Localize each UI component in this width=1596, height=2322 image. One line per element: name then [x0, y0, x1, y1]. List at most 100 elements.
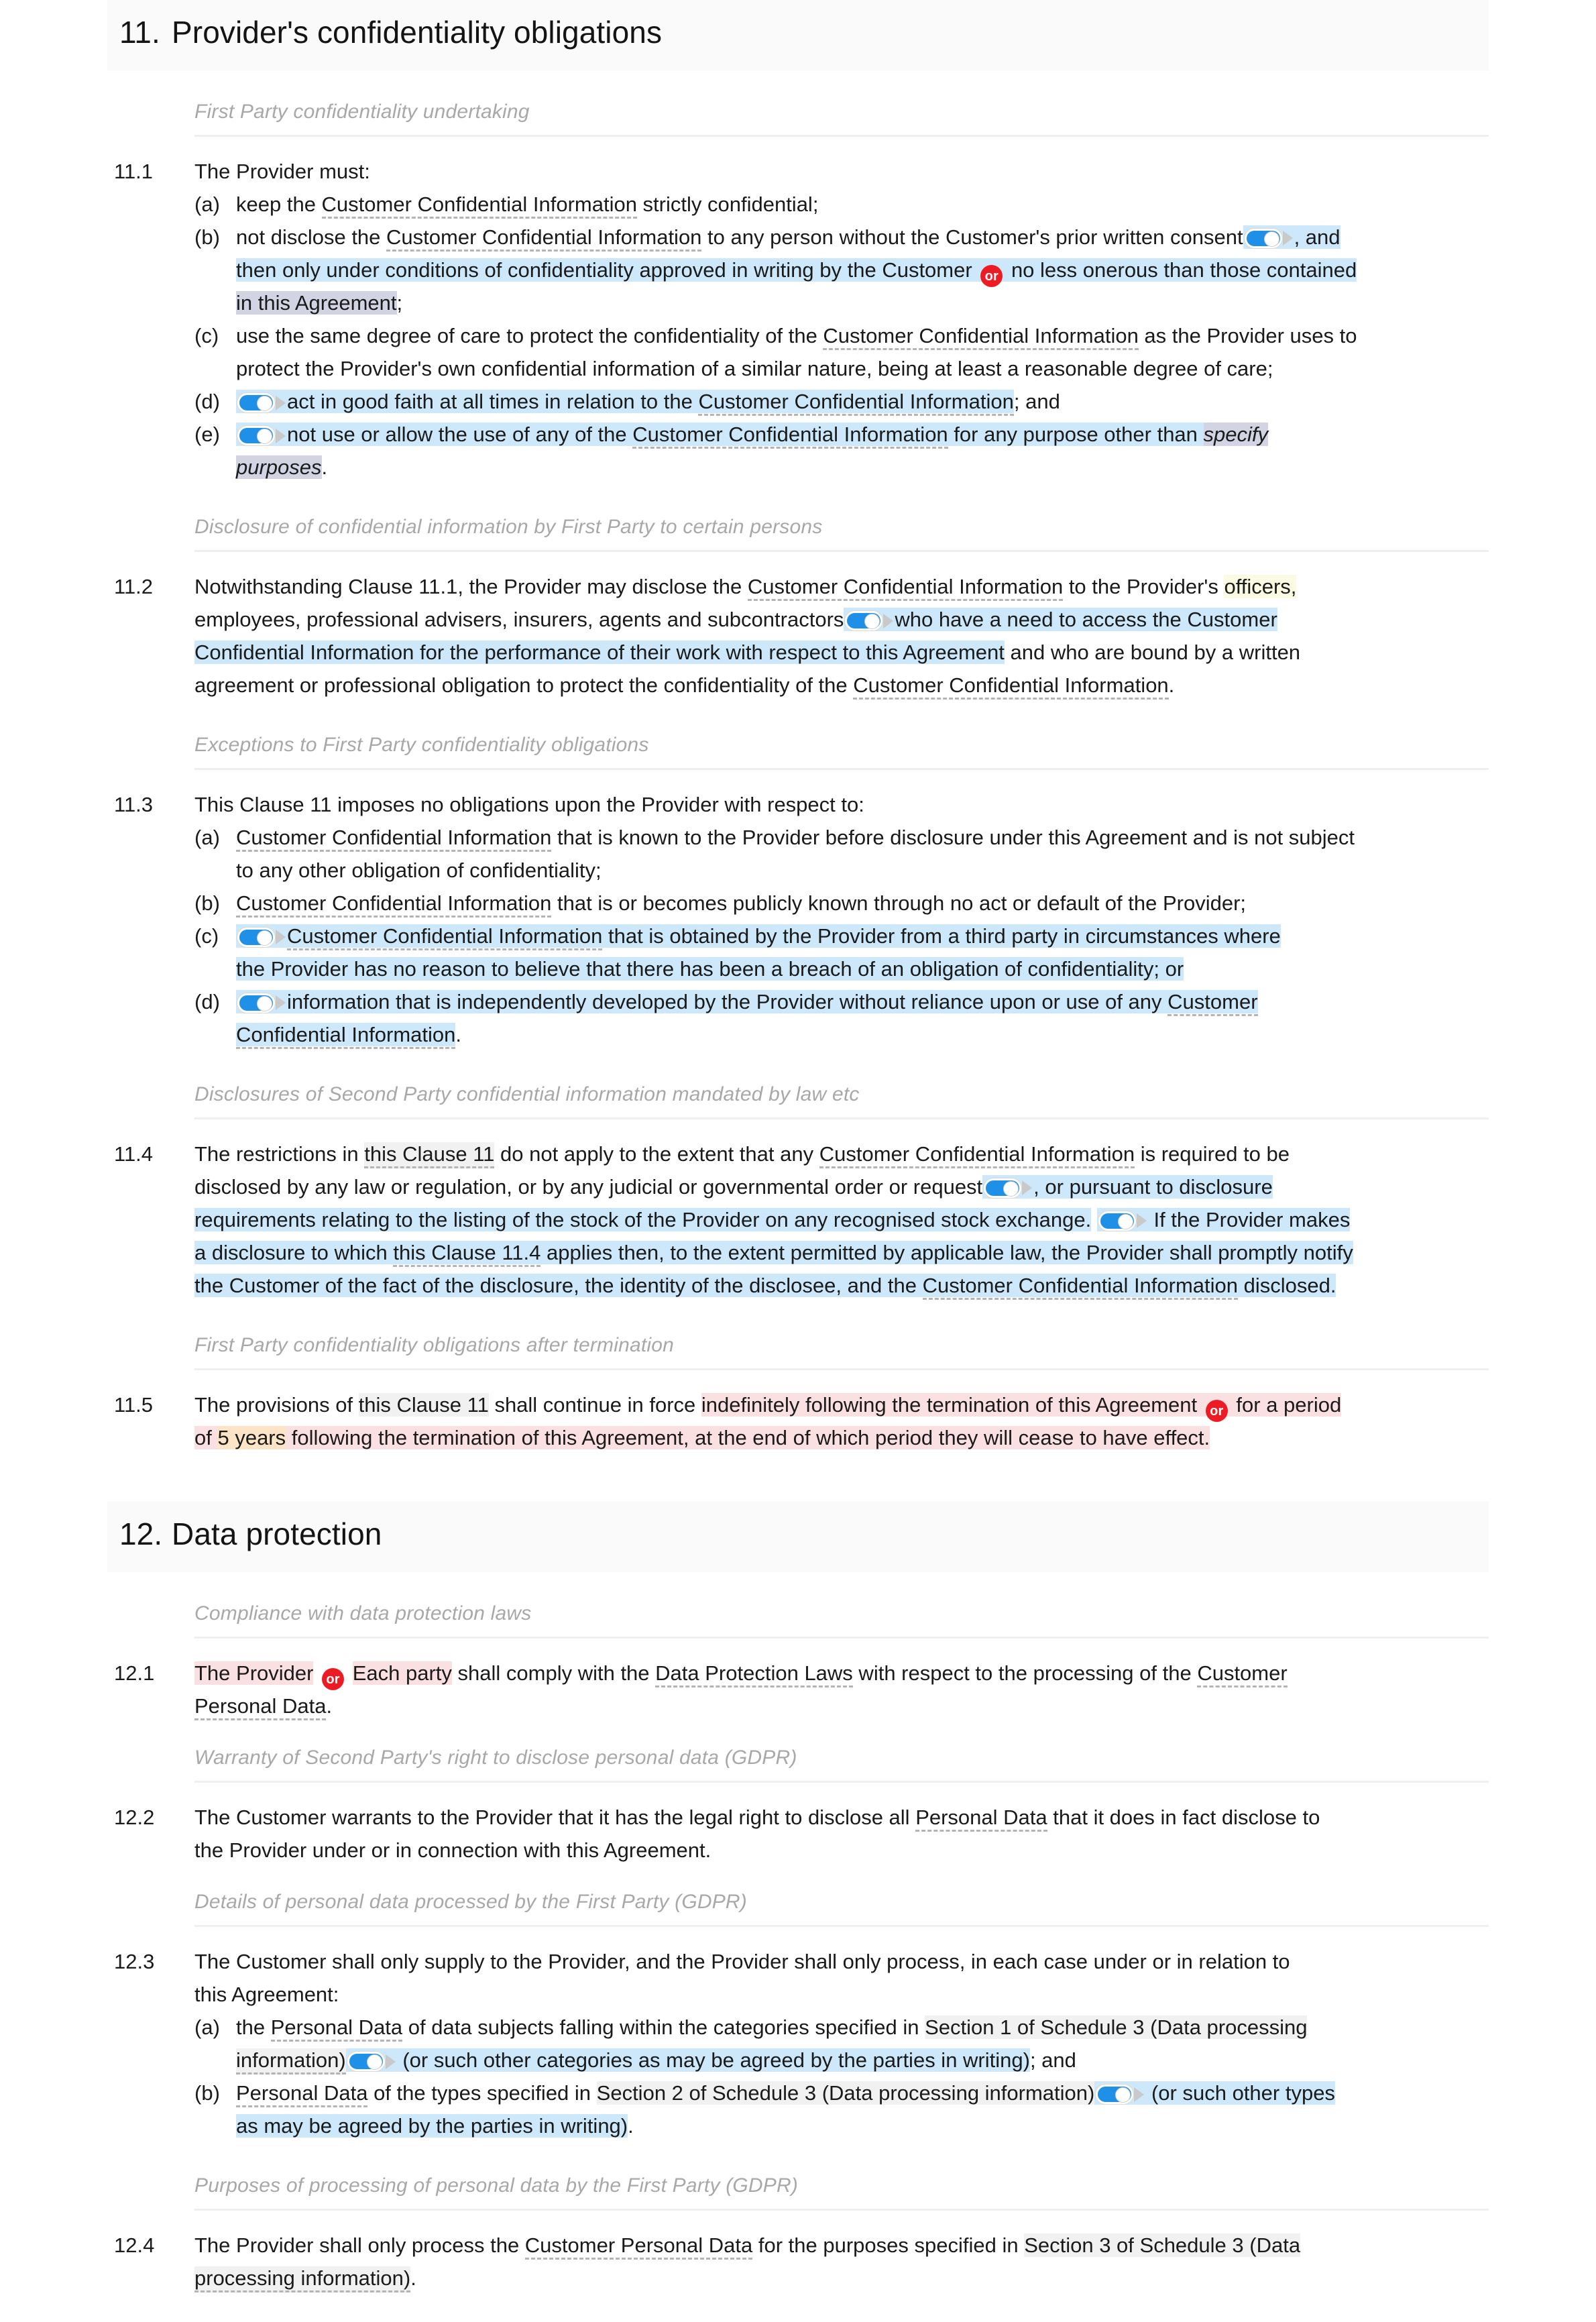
toggle-track[interactable] — [984, 1178, 1022, 1198]
optional-clause-highlight: who have a need to access the Customer — [844, 608, 1277, 632]
defined-term[interactable]: Customer — [1197, 1661, 1288, 1688]
optional-clause-toggle[interactable] — [237, 393, 286, 413]
defined-term[interactable]: Customer Personal Data — [524, 2233, 753, 2260]
item-label: (c) — [194, 924, 219, 948]
or-badge[interactable]: or — [980, 265, 1003, 288]
optional-clause-toggle[interactable] — [845, 611, 894, 631]
alternate-option-highlight[interactable]: Each party — [352, 1661, 452, 1685]
optional-clause-toggle[interactable] — [237, 927, 286, 947]
defined-term[interactable]: Customer Confidential Information — [823, 324, 1139, 351]
defined-term[interactable]: Personal Data — [194, 1694, 327, 1721]
optional-clause-toggle[interactable] — [237, 993, 286, 1013]
text-run: information that is independently develo… — [287, 989, 1168, 1013]
defined-term[interactable]: Customer Confidential Information — [386, 225, 702, 252]
toggle-arrow-icon — [385, 2054, 396, 2069]
defined-term[interactable]: Customer Confidential Information — [922, 1273, 1239, 1300]
text-run: ; — [396, 291, 403, 315]
or-badge-wrap: or for a period — [1197, 1392, 1342, 1423]
cross-reference[interactable]: Section 2 of Schedule 3 (Data processing… — [596, 2081, 1095, 2105]
text-run: , or pursuant to disclosure — [1033, 1174, 1273, 1199]
clause-12-3: 12.3 The Customer shall only supply to t… — [107, 1946, 1489, 2143]
defined-term[interactable]: Personal Data — [236, 2081, 368, 2108]
optional-clause-highlight: requirements relating to the listing of … — [194, 1207, 1092, 1231]
cross-reference[interactable]: processing information) — [194, 2266, 411, 2293]
optional-clause-highlight: a disclosure to which this Clause 11.4 a… — [194, 1240, 1353, 1267]
text-run: . — [628, 2114, 634, 2138]
defined-term[interactable]: Personal Data — [270, 2015, 403, 2042]
toggle-track[interactable] — [347, 2052, 385, 2072]
item-text: Personal Data of the types specified in … — [236, 2077, 1489, 2143]
text-run: that it does in fact disclose to — [1047, 1806, 1320, 1830]
subheading-disclosure-certain-persons: Disclosure of confidential information b… — [194, 515, 1489, 553]
clause-number: 11.1 — [114, 159, 154, 183]
placeholder-variable[interactable]: purposes — [236, 455, 322, 480]
defined-term[interactable]: Customer Confidential Information — [236, 891, 552, 918]
defined-term[interactable]: Customer Confidential Information — [321, 192, 637, 219]
text-run: the Provider has no reason to believe th… — [236, 956, 1184, 981]
alternate-option-highlight[interactable]: indefinitely following the termination o… — [701, 1392, 1198, 1417]
defined-term[interactable]: Customer Confidential Information — [819, 1142, 1135, 1168]
alternate-option-highlight[interactable]: The Provider — [194, 1661, 314, 1685]
list-item-b: (b) Customer Confidential Information th… — [194, 887, 1489, 920]
toggle-track[interactable] — [1244, 228, 1282, 248]
optional-clause-toggle[interactable] — [984, 1178, 1033, 1198]
cross-reference[interactable]: this Clause 11 — [358, 1392, 489, 1417]
item-label: (c) — [194, 324, 219, 348]
optional-clause-toggle[interactable] — [237, 426, 286, 446]
toggle-track[interactable] — [845, 611, 883, 631]
comment-highlight[interactable]: officers, — [1224, 575, 1297, 599]
cross-reference[interactable]: information) — [236, 2048, 346, 2075]
toggle-arrow-icon — [276, 995, 286, 1011]
cross-reference[interactable]: this Clause 11 — [364, 1142, 495, 1168]
text-run: then only under conditions of confidenti… — [236, 258, 972, 282]
optional-clause-toggle[interactable] — [347, 2052, 396, 2072]
toggle-knob — [1116, 2088, 1131, 2103]
or-badge[interactable]: or — [322, 1668, 345, 1691]
defined-term[interactable]: Personal Data — [915, 1806, 1047, 1832]
text-run: for a period — [1236, 1392, 1342, 1417]
text-run: this Agreement: — [194, 1983, 339, 2007]
section-title: Provider's confidentiality obligations — [172, 15, 663, 50]
optional-clause-toggle[interactable] — [1098, 1211, 1147, 1231]
text-run: use the same degree of care to protect t… — [236, 324, 823, 348]
cross-reference[interactable]: Section 3 of Schedule 3 (Data — [1024, 2233, 1301, 2258]
optional-clause-toggle[interactable] — [1244, 228, 1293, 248]
cross-reference[interactable]: Section 1 of Schedule 3 (Data processing — [925, 2015, 1308, 2040]
optional-clause-toggle[interactable] — [1096, 2085, 1145, 2105]
text-run: requirements relating to the listing of … — [194, 1207, 1092, 1231]
text-run: Confidential Information for the perform… — [194, 641, 1005, 665]
optional-clause-highlight: information that is independently develo… — [236, 989, 1258, 1016]
defined-term[interactable]: Data Protection Laws — [655, 1661, 853, 1688]
toggle-track[interactable] — [237, 993, 275, 1013]
variable-value[interactable]: 5 years — [217, 1426, 286, 1450]
defined-term[interactable]: Confidential Information — [236, 1022, 456, 1049]
clause-text: The restrictions in this Clause 11 do no… — [194, 1138, 1489, 1303]
optional-clause-highlight: Customer Confidential Information that i… — [236, 924, 1281, 950]
text-run: that is or becomes publicly known throug… — [551, 891, 1247, 915]
toggle-track[interactable] — [237, 426, 275, 446]
defined-term[interactable]: Customer Confidential Information — [698, 390, 1014, 417]
cross-reference[interactable]: this Clause 11.4 — [393, 1240, 541, 1267]
defined-term[interactable]: Customer — [1167, 989, 1258, 1016]
text-run: . — [1168, 673, 1175, 698]
text-run: applies then, to the extent permitted by… — [540, 1240, 1353, 1264]
toggle-track[interactable] — [1096, 2085, 1134, 2105]
clause-number: 12.2 — [114, 1806, 155, 1830]
defined-term[interactable]: Customer Confidential Information — [853, 673, 1169, 700]
placeholder-variable[interactable]: specify — [1203, 423, 1269, 447]
toggle-track[interactable] — [237, 927, 275, 947]
or-badge[interactable]: or — [1205, 1400, 1228, 1423]
toggle-track[interactable] — [1098, 1211, 1136, 1231]
toggle-track[interactable] — [237, 393, 275, 413]
optional-clause-highlight: , or pursuant to disclosure — [982, 1174, 1273, 1199]
list-item-b: (b) not disclose the Customer Confidenti… — [194, 221, 1489, 320]
defined-term[interactable]: Customer Confidential Information — [632, 423, 948, 449]
text-run: not use or allow the use of any of the — [287, 423, 633, 447]
defined-term[interactable]: Customer Confidential Information — [747, 575, 1064, 602]
defined-term[interactable]: Customer Confidential Information — [287, 924, 603, 950]
toggle-knob — [1004, 1181, 1019, 1196]
text-run: to the Provider's — [1063, 575, 1224, 599]
text-run: protect the Provider's own confidential … — [236, 357, 1273, 381]
defined-term[interactable]: Customer Confidential Information — [236, 825, 552, 852]
subheading-purposes-of-processing: Purposes of processing of personal data … — [194, 2174, 1489, 2211]
